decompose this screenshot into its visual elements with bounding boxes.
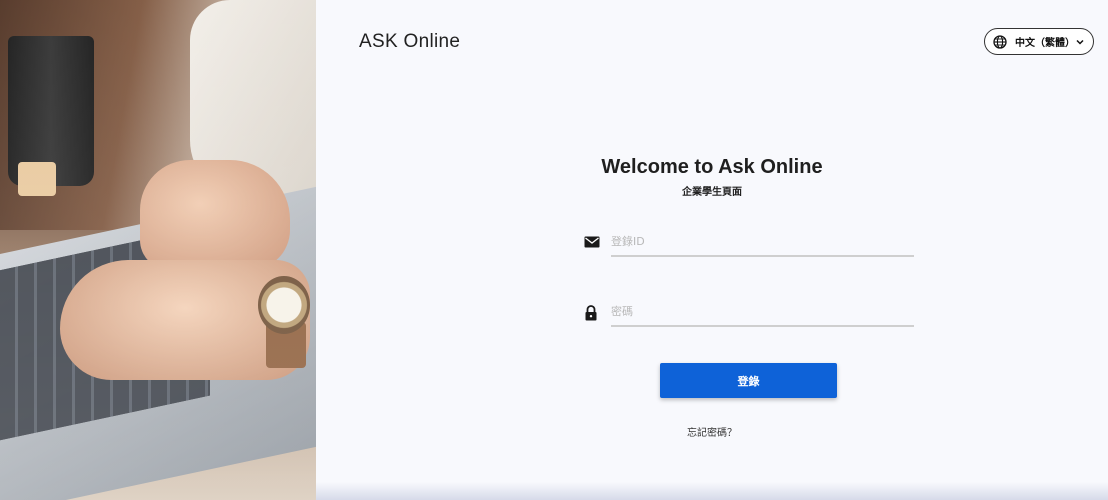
lock-icon [584, 305, 600, 321]
globe-icon [993, 34, 1007, 49]
login-id-input[interactable] [611, 229, 914, 257]
language-label: 中文（繁體） [1015, 38, 1075, 49]
hero-image [0, 0, 316, 500]
password-input[interactable] [611, 299, 914, 327]
login-button[interactable]: 登錄 [660, 363, 837, 398]
login-id-group [584, 229, 914, 259]
page-subtitle: 企業學生頁面 [682, 187, 742, 198]
password-group [584, 299, 914, 329]
mail-icon [584, 235, 600, 251]
forgot-password-link[interactable]: 忘記密碼？ [316, 424, 1108, 439]
hero-overlay [0, 0, 316, 500]
page-title: Welcome to Ask Online [601, 156, 823, 178]
bottom-shade [316, 482, 1108, 500]
login-panel: ASK Online 中文（繁體） Welcome to Ask Online … [316, 0, 1108, 500]
chevron-down-icon [1075, 37, 1085, 47]
language-selector[interactable]: 中文（繁體） [984, 28, 1094, 55]
brand-logo[interactable]: ASK Online [359, 31, 460, 53]
